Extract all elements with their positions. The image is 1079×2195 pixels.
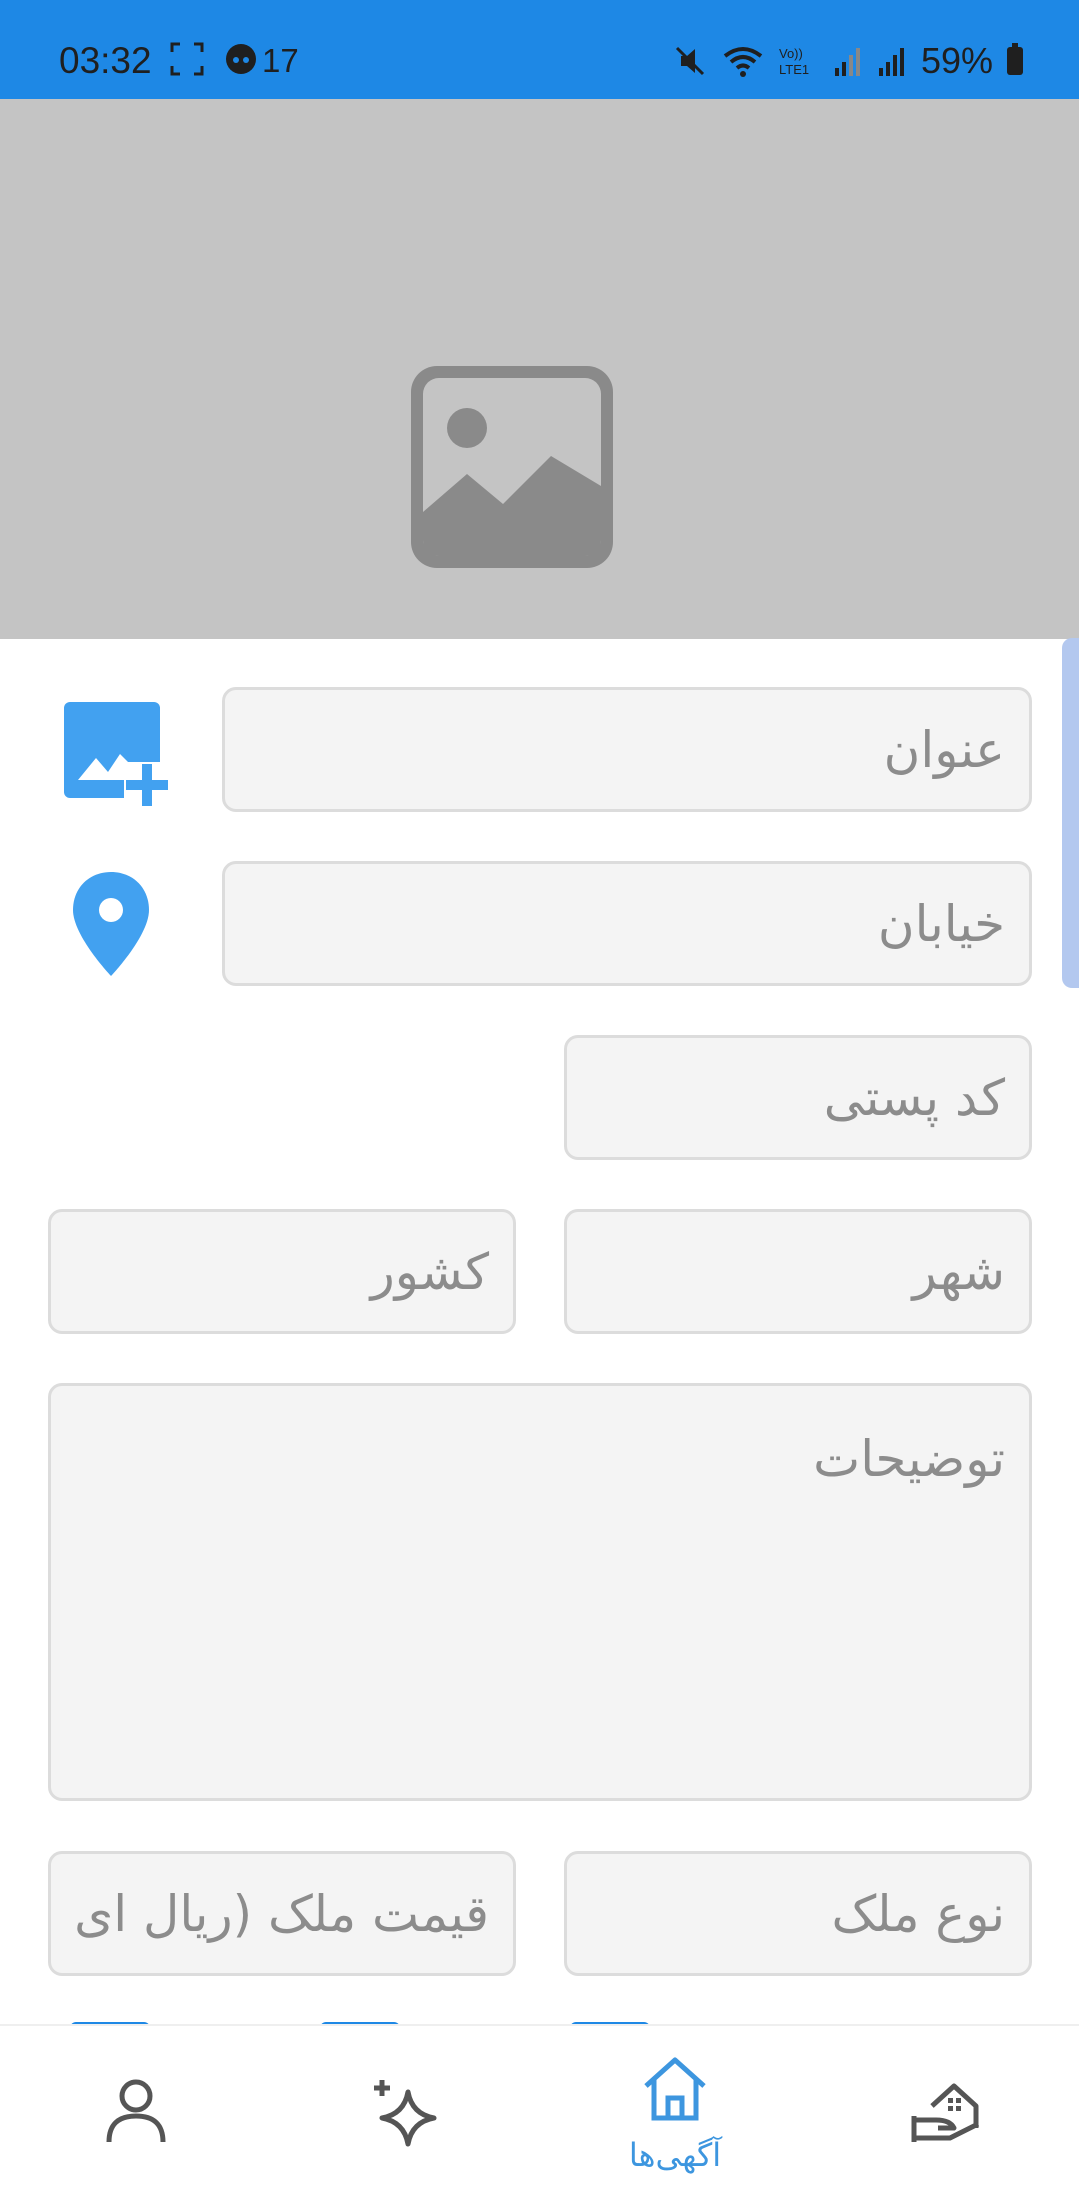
property-hand-icon <box>911 2083 980 2142</box>
status-time: 03:32 <box>59 40 152 81</box>
country-field[interactable]: کشور <box>48 1209 516 1334</box>
nav-item-property[interactable] <box>855 2026 1035 2195</box>
property-type-field[interactable]: نوع ملک <box>564 1851 1032 1976</box>
wifi-icon <box>723 47 763 77</box>
price-placeholder: قیمت ملک (ریال ای <box>74 1885 489 1943</box>
screen: 03:32 17 Vo)) LTE1 59% عنوان خیابان کد پ… <box>0 0 1079 2195</box>
signal-icon-1 <box>834 48 860 76</box>
battery-percent: 59% <box>920 40 993 81</box>
property-image-area[interactable] <box>0 99 1079 639</box>
signal-icon-2 <box>878 48 904 76</box>
property-type-placeholder: نوع ملک <box>831 1885 1005 1943</box>
nav-label-ads: آگهی‌ها <box>628 2136 722 2174</box>
status-left-icons <box>170 42 258 76</box>
bottom-navigation: آگهی‌ها <box>0 2024 1079 2195</box>
nav-item-ads[interactable]: آگهی‌ها <box>585 2026 765 2195</box>
street-field[interactable]: خیابان <box>222 861 1032 986</box>
sparkle-icon <box>374 2080 437 2147</box>
price-field[interactable]: قیمت ملک (ریال ای <box>48 1851 516 1976</box>
city-field[interactable]: شهر <box>564 1209 1032 1334</box>
status-bar: 03:32 17 Vo)) LTE1 59% <box>0 0 1079 99</box>
scroll-handle[interactable] <box>1062 638 1079 988</box>
description-field[interactable]: توضیحات <box>48 1383 1032 1801</box>
svg-text:Vo)): Vo)) <box>779 46 803 61</box>
add-image-icon[interactable] <box>62 700 172 810</box>
home-icon <box>644 2057 706 2121</box>
postal-code-field[interactable]: کد پستی <box>564 1035 1032 1160</box>
country-placeholder: کشور <box>370 1243 489 1301</box>
status-notification-count: 17 <box>262 42 299 79</box>
city-placeholder: شهر <box>912 1243 1005 1301</box>
face-icon <box>226 44 256 74</box>
nav-item-sparkle[interactable] <box>315 2026 495 2195</box>
nav-item-profile[interactable] <box>45 2026 225 2195</box>
street-placeholder: خیابان <box>877 895 1005 953</box>
title-placeholder: عنوان <box>883 721 1005 779</box>
battery-icon <box>1007 43 1023 75</box>
screenshot-icon <box>170 42 204 76</box>
description-placeholder: توضیحات <box>813 1430 1005 1488</box>
status-right: Vo)) LTE1 59% <box>673 40 1023 82</box>
svg-text:LTE1: LTE1 <box>779 62 809 77</box>
location-pin-icon[interactable] <box>71 870 151 978</box>
profile-icon <box>106 2079 166 2143</box>
title-field[interactable]: عنوان <box>222 687 1032 812</box>
volte-icon: Vo)) LTE1 <box>779 46 809 77</box>
mute-icon <box>675 46 704 76</box>
image-placeholder-icon <box>411 366 613 568</box>
postal-code-placeholder: کد پستی <box>823 1069 1005 1127</box>
